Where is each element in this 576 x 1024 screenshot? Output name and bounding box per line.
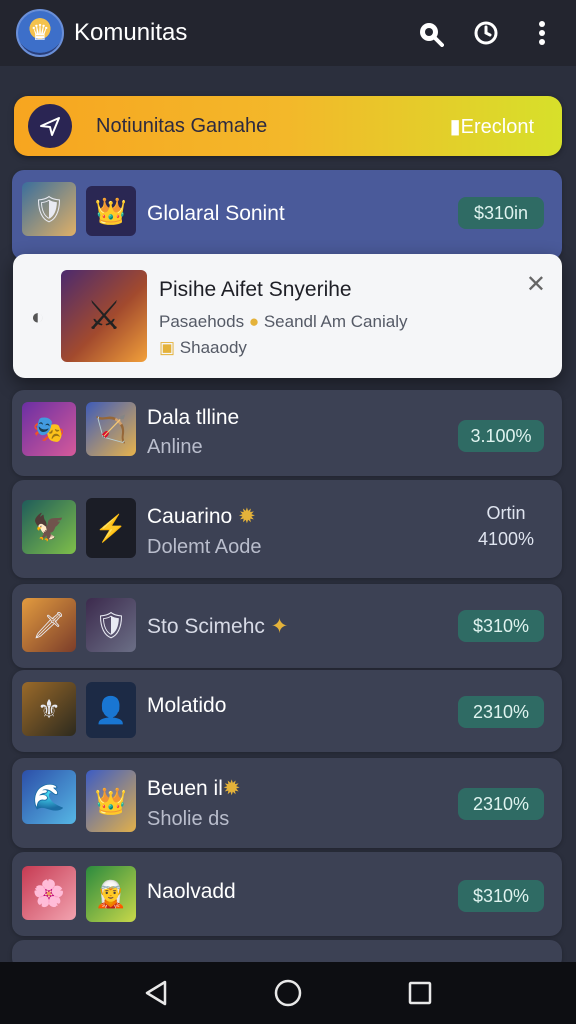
list-item-name: Molatido	[147, 694, 227, 717]
banner-title: Notiunitas Gamahe	[96, 114, 268, 137]
close-icon[interactable]: ✕	[526, 270, 546, 299]
game-thumbnail: 👤	[86, 682, 136, 738]
system-nav-bar	[0, 962, 576, 1024]
more-icon[interactable]	[524, 15, 560, 51]
list-item-status: Sholie ds	[147, 808, 230, 830]
list-item-name: Dala tlline	[147, 406, 240, 429]
app-bar: ♛ Komunitas	[0, 0, 576, 66]
list-item-name: Naolvadd	[147, 880, 236, 903]
list-item-status: Dolemt Aode	[147, 536, 262, 558]
banner-action-button[interactable]: ▮Ereclont	[450, 114, 534, 139]
game-thumbnail: ⚜	[22, 682, 76, 736]
list-item-name: Beuen il✹	[147, 777, 241, 800]
home-nav-icon[interactable]	[268, 973, 308, 1013]
notification-popup[interactable]: ◐ ⚔ Pisihe Aifet Snyerihe Pasaehods ● Se…	[13, 254, 562, 378]
popup-detail: ▣ Shaaody	[159, 338, 247, 357]
list-item-value[interactable]: 2310%	[458, 696, 544, 728]
send-icon	[28, 104, 72, 148]
list-item-name: Glolaral Sonint	[147, 202, 285, 225]
list-item[interactable]: 🎭 🏹 Dala tlline Anline 3.100%	[12, 390, 562, 476]
list-item-name: Sto Scimehc ✦	[147, 615, 289, 638]
back-nav-icon[interactable]	[136, 973, 176, 1013]
list-item[interactable]: 🛡 👑 Glolaral Sonint $310in	[12, 170, 562, 260]
crown-icon: ♛	[30, 20, 50, 45]
coin-icon: ●	[248, 312, 260, 331]
page-title: Komunitas	[74, 19, 188, 46]
list-item-value[interactable]: $310in	[458, 197, 544, 229]
game-thumbnail: ⚡	[86, 498, 136, 558]
hero-artwork: ⚔	[61, 270, 147, 362]
list-item-value[interactable]: $310%	[458, 610, 544, 642]
recents-nav-icon[interactable]	[400, 973, 440, 1013]
game-thumbnail: 🦅	[22, 500, 76, 554]
list-item[interactable]: 🌊 👑 Beuen il✹ Sholie ds 2310%	[12, 758, 562, 848]
game-thumbnail: 🌊	[22, 770, 76, 824]
list-item-value[interactable]: 3.100%	[458, 420, 544, 452]
list-item[interactable]: 🗡 🛡 Sto Scimehc ✦ $310%	[12, 584, 562, 668]
game-thumbnail: 🛡	[86, 598, 136, 652]
game-thumbnail: 🧝	[86, 866, 136, 922]
list-item-value[interactable]: $310%	[458, 880, 544, 912]
game-thumbnail: 🏹	[86, 402, 136, 456]
list-item[interactable]: 🦅 ⚡ Cauarino ✹ Dolemt Aode Ortin 4100%	[12, 480, 562, 578]
list-item-name: Cauarino ✹	[147, 505, 256, 528]
back-icon[interactable]: ◐	[31, 304, 44, 330]
list-item-value[interactable]: 2310%	[458, 788, 544, 820]
list-item-value[interactable]: Ortin 4100%	[478, 500, 534, 552]
top-actions	[412, 15, 560, 51]
list-item[interactable]: 🌸 🧝 Naolvadd $310%	[12, 852, 562, 936]
game-thumbnail: 🛡	[22, 182, 76, 236]
search-icon[interactable]	[412, 15, 448, 51]
community-avatar[interactable]: ♛	[16, 9, 64, 57]
list-item[interactable]: ⚜ 👤 Molatido 2310%	[12, 670, 562, 752]
game-thumbnail: 🌸	[22, 866, 76, 920]
game-thumbnail: 🗡	[22, 598, 76, 652]
history-icon[interactable]	[468, 15, 504, 51]
game-thumbnail: 🎭	[22, 402, 76, 456]
popup-subtitle: Pasaehods ● Seandl Am Canialy	[159, 312, 408, 331]
list-item-status: Anline	[147, 436, 203, 458]
badge-icon: ▣	[159, 338, 176, 357]
game-thumbnail: 👑	[86, 770, 136, 832]
game-thumbnail: 👑	[86, 186, 136, 236]
notification-banner[interactable]: Notiunitas Gamahe ▮Ereclont	[14, 96, 562, 156]
popup-title: Pisihe Aifet Snyerihe	[159, 278, 352, 301]
